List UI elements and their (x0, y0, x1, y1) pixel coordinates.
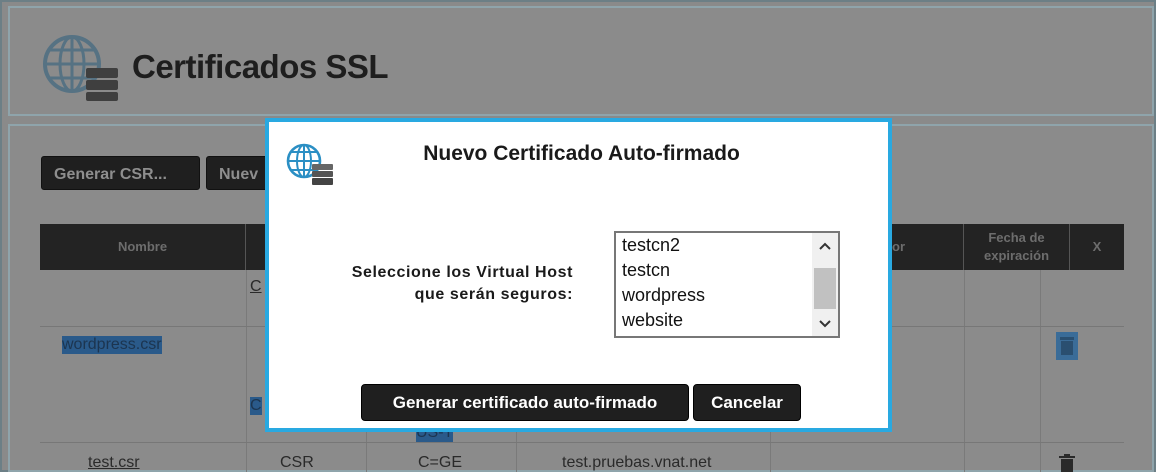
column-header-partial[interactable]: or (892, 224, 964, 270)
table-cell: CSR (280, 454, 314, 471)
list-item[interactable]: wordpress (616, 283, 838, 308)
trash-icon[interactable] (1056, 332, 1078, 360)
table-cell[interactable]: C (250, 278, 262, 296)
table-cell: test.pruebas.vnat.net (562, 454, 712, 471)
list-item[interactable]: testcn2 (616, 233, 838, 258)
column-header (246, 224, 266, 270)
trash-icon[interactable] (1058, 454, 1076, 472)
label-line: que serán seguros: (414, 286, 573, 303)
column-header-expiration[interactable]: Fecha de expiración (964, 224, 1070, 270)
table-cell: C (250, 397, 262, 415)
page-title: Certificados SSL (132, 48, 389, 85)
csr-name-link[interactable]: wordpress.csr (62, 336, 162, 354)
virtual-host-listbox[interactable]: testcn2 testcn wordpress website (614, 231, 840, 338)
list-item[interactable]: testcn (616, 258, 838, 283)
column-header-name[interactable]: Nombre (40, 224, 246, 270)
row-divider (40, 442, 1124, 443)
scrollbar-thumb[interactable] (814, 268, 836, 309)
csr-name-link[interactable]: test.csr (88, 454, 140, 472)
cancel-button[interactable]: Cancelar (693, 384, 801, 421)
dialog-title: Nuevo Certificado Auto-firmado (423, 142, 740, 165)
page-header: Certificados SSL (8, 6, 1154, 116)
table-cell: C=GE (418, 454, 463, 471)
chevron-down-icon[interactable] (812, 313, 838, 335)
list-item[interactable]: website (616, 308, 838, 333)
chevron-up-icon[interactable] (812, 235, 838, 257)
virtual-host-label: Seleccione los Virtual Host que serán se… (309, 262, 573, 306)
generate-self-signed-button[interactable]: Generar certificado auto-firmado (361, 384, 689, 421)
self-signed-certificate-dialog: Nuevo Certificado Auto-firmado Seleccion… (265, 118, 892, 432)
generate-csr-button[interactable]: Generar CSR... (41, 156, 200, 190)
listbox-scrollbar[interactable] (812, 233, 838, 336)
column-header-delete: X (1092, 239, 1102, 254)
globe-server-icon (43, 35, 118, 101)
label-line: Seleccione los Virtual Host (351, 264, 573, 281)
